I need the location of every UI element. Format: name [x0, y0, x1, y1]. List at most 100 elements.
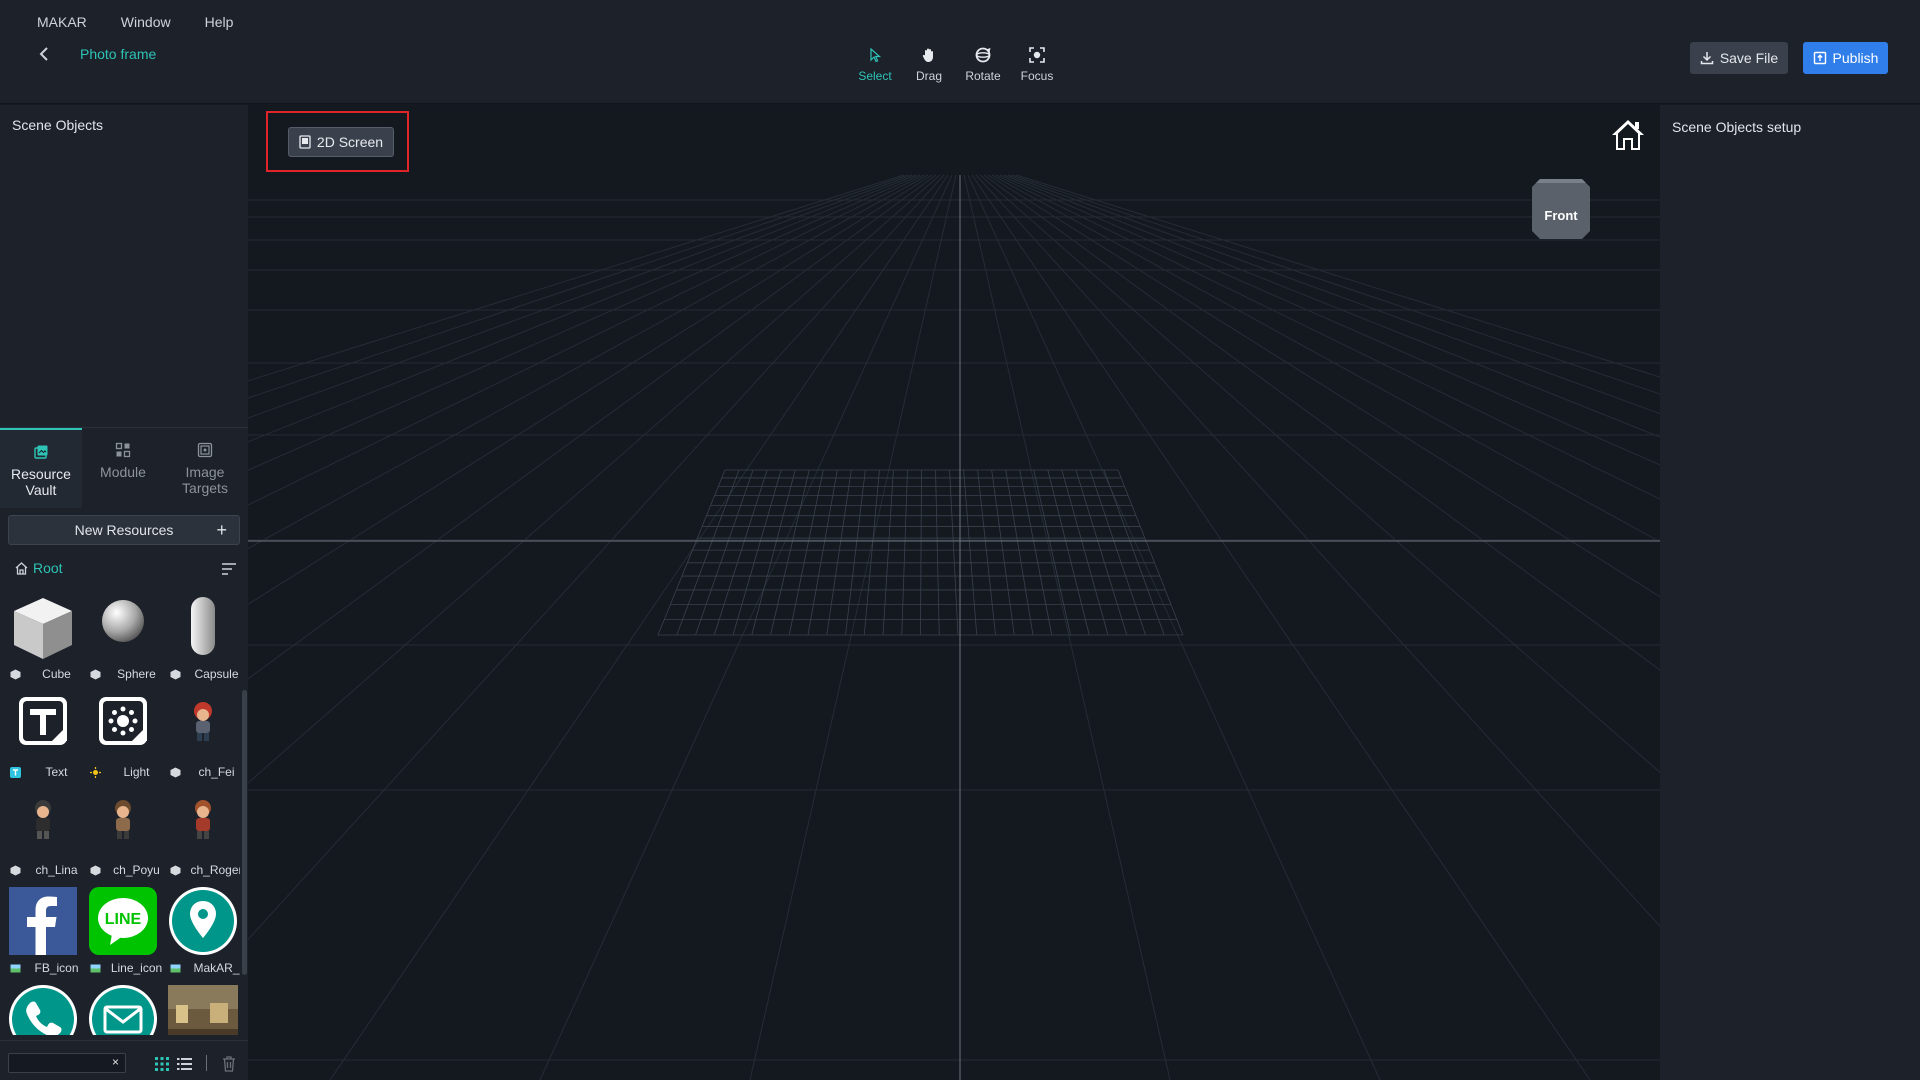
root-label: Root	[33, 560, 63, 576]
model-type-icon	[90, 865, 101, 875]
capsule-icon	[191, 597, 215, 655]
resource-light[interactable]: Light	[80, 683, 160, 781]
resource-name: Cube	[42, 667, 71, 681]
image-targets-icon	[197, 442, 213, 458]
tab-image-targets-label: Image Targets	[182, 464, 228, 496]
map-pin-icon	[169, 887, 237, 955]
scene-viewport[interactable]: 2D Screen Front	[248, 105, 1660, 1080]
text-icon	[19, 697, 67, 745]
resource-mail[interactable]	[80, 977, 160, 1035]
resource-line-icon[interactable]: LINE Line_icon	[80, 879, 162, 977]
tool-focus-label: Focus	[1020, 69, 1054, 83]
home-small-icon	[15, 561, 28, 575]
top-bar: MAKAR Window Help Photo frame Select Dra…	[0, 0, 1920, 104]
resource-ch-poyu[interactable]: ch_Poyu	[80, 781, 160, 879]
model-type-icon	[10, 865, 21, 875]
back-icon[interactable]	[34, 44, 54, 64]
right-panel: Scene Objects setup	[1660, 105, 1920, 1080]
model-type-icon	[170, 767, 181, 777]
list-view-icon[interactable]	[177, 1057, 192, 1071]
grid-view-icon[interactable]	[155, 1057, 169, 1071]
image-type-icon	[170, 964, 181, 972]
tab-module[interactable]: Module	[82, 428, 164, 508]
scene-objects-setup-title: Scene Objects setup	[1672, 119, 1802, 135]
resource-capsule[interactable]: Capsule	[160, 585, 240, 683]
home-view-icon[interactable]	[1610, 117, 1646, 153]
menu-bar: MAKAR Window Help	[37, 14, 267, 30]
resource-makar[interactable]: MakAR_	[160, 879, 240, 977]
resource-tabs: Resource Vault Module Image Targets	[0, 427, 248, 508]
resource-footer: ×	[0, 1040, 248, 1080]
tab-module-label: Module	[100, 464, 146, 480]
breadcrumb-root[interactable]: Root	[14, 560, 63, 576]
tab-image-targets[interactable]: Image Targets	[164, 428, 246, 508]
resource-cube[interactable]: Cube	[0, 585, 80, 683]
resource-name: ch_Fei	[198, 765, 235, 779]
text-type-icon	[10, 766, 21, 778]
tool-bar: Select Drag Rotate Focus	[848, 46, 1064, 83]
view-cube[interactable]: Front	[1528, 175, 1594, 241]
resource-phone[interactable]	[0, 977, 80, 1035]
resource-room-image[interactable]	[160, 977, 240, 1035]
line-icon: LINE	[89, 887, 157, 955]
module-icon	[115, 442, 131, 458]
trash-icon[interactable]	[221, 1055, 237, 1072]
ground-grid	[248, 174, 1660, 1080]
scene-objects-title: Scene Objects	[12, 117, 104, 133]
menu-help[interactable]: Help	[205, 14, 234, 30]
resource-sphere[interactable]: Sphere	[80, 585, 160, 683]
publish-button[interactable]: Publish	[1803, 42, 1888, 74]
rotate-icon	[975, 47, 991, 63]
tool-rotate[interactable]: Rotate	[956, 46, 1010, 83]
resource-name: ch_Poyu	[113, 863, 160, 877]
resource-ch-fei[interactable]: ch_Fei	[160, 683, 240, 781]
tool-select[interactable]: Select	[848, 46, 902, 83]
light-icon	[99, 697, 147, 745]
new-resources-label: New Resources	[74, 522, 174, 538]
save-file-button[interactable]: Save File	[1690, 42, 1788, 74]
mail-icon	[89, 985, 157, 1035]
character-roger-icon	[195, 800, 211, 839]
image-thumbnail-icon	[168, 985, 238, 1035]
save-file-label: Save File	[1719, 50, 1779, 66]
resource-name: Text	[45, 765, 68, 779]
resource-fb-icon[interactable]: FB_icon	[0, 879, 80, 977]
tool-drag[interactable]: Drag	[902, 46, 956, 83]
project-title: Photo frame	[80, 46, 157, 62]
resource-text[interactable]: Text	[0, 683, 80, 781]
tool-select-label: Select	[858, 69, 892, 83]
tab-resource-vault[interactable]: Resource Vault	[0, 428, 82, 508]
tool-rotate-label: Rotate	[965, 69, 1001, 83]
resource-name: Sphere	[117, 667, 156, 681]
light-type-icon	[90, 766, 101, 778]
2d-screen-label: 2D Screen	[316, 134, 384, 150]
resource-ch-lina[interactable]: ch_Lina	[0, 781, 80, 879]
phone-icon	[9, 985, 77, 1035]
2d-screen-button[interactable]: 2D Screen	[288, 127, 394, 157]
tool-focus[interactable]: Focus	[1010, 46, 1064, 83]
left-panel: Scene Objects Resource Vault Module Imag…	[0, 105, 248, 1080]
clear-search-icon[interactable]: ×	[112, 1055, 119, 1069]
resource-name: Capsule	[194, 667, 239, 681]
resource-name: ch_Lina	[35, 863, 78, 877]
resource-name: Line_icon	[110, 961, 163, 975]
hand-icon	[922, 48, 933, 62]
new-resources-button[interactable]: New Resources +	[8, 515, 240, 545]
resource-grid: Cube Sphere Capsule Text Light ch_Fei ch…	[0, 585, 240, 1035]
menu-makar[interactable]: MAKAR	[37, 14, 87, 30]
character-lina-icon	[35, 800, 51, 839]
resource-ch-roger[interactable]: ch_Roger	[160, 781, 240, 879]
menu-window[interactable]: Window	[121, 14, 171, 30]
resource-scrollbar[interactable]	[242, 690, 247, 975]
publish-icon	[1813, 51, 1826, 65]
resource-name: FB_icon	[34, 961, 79, 975]
sort-icon[interactable]	[221, 562, 237, 576]
download-icon	[1700, 52, 1714, 65]
scene-objects-list[interactable]	[0, 105, 248, 425]
tab-resource-vault-label: Resource Vault	[11, 466, 71, 498]
resource-name: ch_Roger	[190, 863, 240, 877]
footer-divider	[206, 1055, 207, 1071]
character-poyu-icon	[115, 800, 131, 839]
resource-search-input[interactable]	[8, 1053, 126, 1073]
sphere-icon	[102, 600, 144, 642]
